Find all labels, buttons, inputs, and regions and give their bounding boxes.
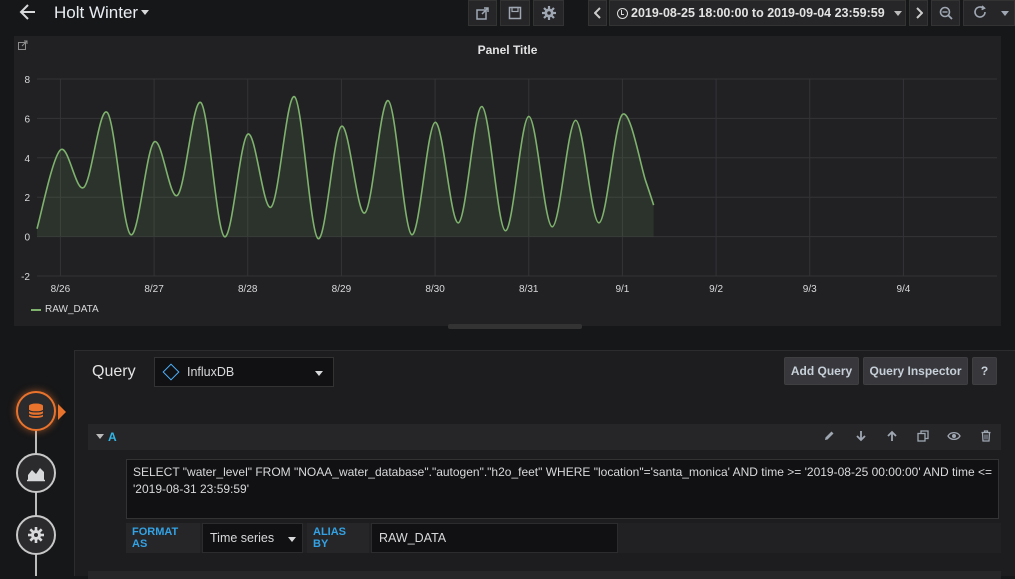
influxdb-icon	[162, 363, 180, 381]
legend-item[interactable]: RAW_DATA	[31, 304, 99, 315]
y-tick-label: -2	[21, 272, 30, 283]
chevron-left-icon[interactable]	[588, 0, 607, 26]
y-tick-label: 0	[24, 233, 30, 244]
panel-title[interactable]: Panel Title	[14, 43, 1001, 57]
refresh-picker[interactable]	[963, 0, 1015, 26]
refresh-icon	[973, 4, 987, 22]
gear-icon[interactable]	[533, 0, 564, 26]
query-inspector-button[interactable]: Query Inspector	[863, 357, 968, 385]
y-tick-label: 4	[24, 154, 30, 165]
caret-down-icon	[288, 537, 296, 542]
add-query-button[interactable]: Add Query	[784, 357, 859, 385]
dashboard-title[interactable]: Holt Winter	[54, 3, 138, 23]
clock-icon	[617, 7, 628, 19]
next-query-row[interactable]	[88, 571, 1001, 579]
format-as-label: FORMAT AS	[126, 523, 200, 553]
back-arrow-icon[interactable]	[18, 2, 42, 24]
format-as-select[interactable]: Time series	[202, 523, 303, 553]
caret-down-icon	[315, 371, 323, 376]
top-navbar: Holt Winter 2019-08-25 18:00:00 to 2019-…	[0, 0, 1015, 27]
query-ref-id[interactable]: A	[108, 430, 117, 444]
arrow-down-icon[interactable]	[854, 430, 868, 444]
caret-down-icon	[893, 10, 902, 16]
active-tab-arrow	[58, 404, 66, 420]
queries-tab-icon[interactable]	[16, 391, 56, 431]
datasource-name: InfluxDB	[187, 365, 235, 379]
x-tick-label: 8/26	[51, 284, 71, 295]
zoom-out-icon[interactable]	[931, 0, 960, 26]
y-tick-label: 6	[24, 114, 30, 125]
graph-panel: 8 6 4 2 0 -2 8/26 8/27 8/28 8/29 8/30 8/31 9/1 9/2 9/3…	[14, 36, 1001, 326]
x-tick-label: 8/27	[144, 284, 164, 295]
eye-icon[interactable]	[947, 430, 961, 444]
time-range-picker[interactable]: 2019-08-25 18:00:00 to 2019-09-04 23:59:…	[609, 0, 906, 26]
general-settings-tab-icon[interactable]	[16, 515, 56, 555]
arrow-up-icon[interactable]	[885, 430, 899, 444]
x-tick-label: 8/29	[332, 284, 352, 295]
datasource-select[interactable]: InfluxDB	[154, 357, 334, 387]
query-textarea[interactable]: SELECT "water_level" FROM "NOAA_water_da…	[126, 459, 999, 519]
editor-label: Query	[92, 363, 136, 380]
panel-resize-handle[interactable]	[448, 324, 582, 329]
x-tick-label: 9/4	[896, 284, 910, 295]
chart-svg: 8 6 4 2 0 -2 8/26 8/27 8/28 8/29 8/30 8/31 9/1 9/2 9/3…	[21, 75, 997, 295]
query-options-row: FORMAT AS Time series ALIAS BY RAW_DATA	[126, 523, 1001, 553]
chevron-right-icon[interactable]	[909, 0, 928, 26]
pencil-icon[interactable]	[822, 430, 836, 444]
y-tick-label: 2	[24, 193, 30, 204]
share-icon[interactable]	[468, 0, 497, 26]
y-tick-label: 8	[24, 75, 30, 86]
caret-down-icon[interactable]	[96, 434, 104, 439]
caret-down-icon[interactable]	[141, 10, 149, 15]
x-tick-label: 8/28	[238, 284, 258, 295]
alias-by-label: ALIAS BY	[307, 523, 369, 553]
x-tick-label: 8/31	[519, 284, 539, 295]
visualization-tab-icon[interactable]	[16, 453, 56, 493]
duplicate-icon[interactable]	[916, 430, 930, 444]
time-range-label: 2019-08-25 18:00:00 to 2019-09-04 23:59:…	[631, 6, 885, 20]
x-tick-label: 9/3	[803, 284, 817, 295]
series-area-raw-data	[37, 96, 654, 239]
alias-by-input[interactable]: RAW_DATA	[371, 523, 618, 553]
legend-swatch	[31, 308, 41, 311]
x-tick-label: 8/30	[425, 284, 445, 295]
query-row-header[interactable]: A	[88, 424, 1001, 450]
legend-label: RAW_DATA	[45, 304, 99, 315]
format-as-value: Time series	[210, 531, 275, 545]
x-tick-label: 9/2	[709, 284, 723, 295]
save-icon[interactable]	[500, 0, 530, 26]
query-editor: Query InfluxDB Add Query Query Inspector…	[74, 350, 1015, 579]
trash-icon[interactable]	[979, 430, 993, 444]
x-tick-label: 9/1	[615, 284, 629, 295]
help-button[interactable]: ?	[972, 357, 997, 385]
caret-down-icon	[1001, 10, 1009, 16]
